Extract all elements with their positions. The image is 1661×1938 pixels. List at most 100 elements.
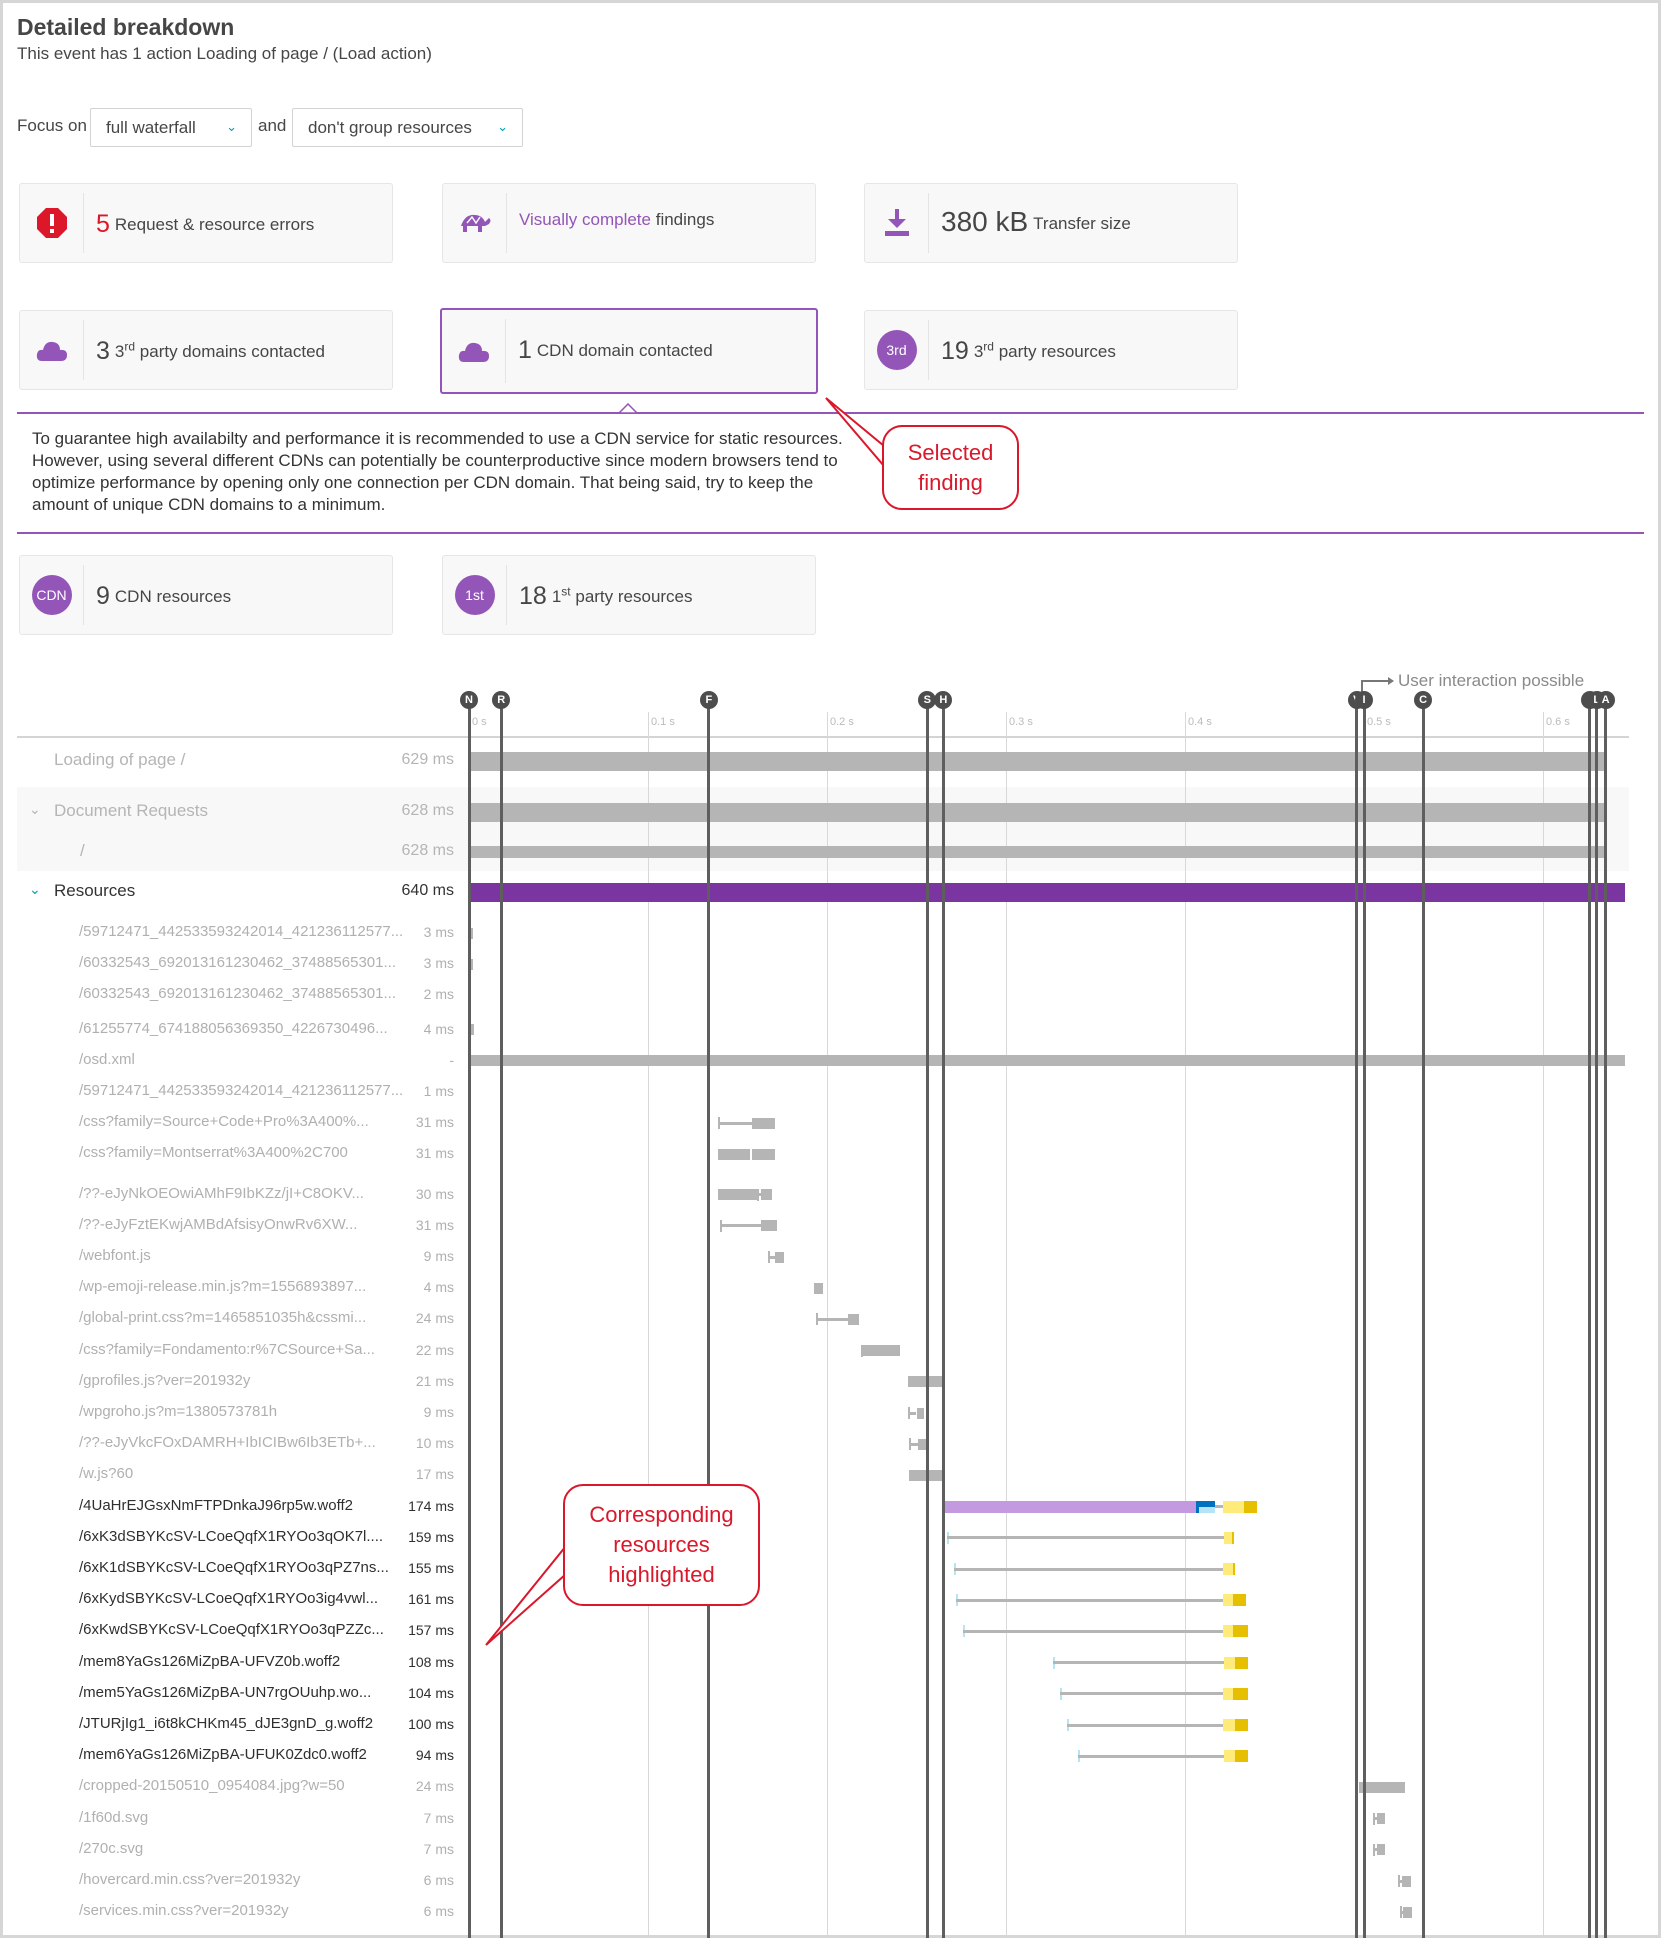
resource-name[interactable]: /osd.xml: [79, 1051, 135, 1068]
timing-segment-line[interactable]: [816, 1317, 849, 1321]
timing-segment-bar[interactable]: [751, 1117, 776, 1129]
resource-name[interactable]: /wp-emoji-release.min.js?m=1556893897...: [79, 1278, 366, 1295]
resource-name[interactable]: /??-eJyFztEKwjAMBdAfsisyOnwRv6XW...: [79, 1216, 357, 1233]
resource-name[interactable]: /webfont.js: [79, 1247, 151, 1264]
timing-segment-yellow[interactable]: [1222, 1563, 1234, 1575]
timing-segment-line[interactable]: [1059, 1692, 1223, 1696]
resource-name[interactable]: /6xK3dSBYKcSV-LCoeQqfX1RYOo3qOK7l....: [79, 1528, 383, 1545]
group-select[interactable]: don't group resources ⌄: [292, 108, 523, 147]
marker-N[interactable]: N: [460, 691, 478, 709]
resource-name[interactable]: /mem5YaGs126MiZpBA-UN7rgOUuhp.wo...: [79, 1684, 371, 1701]
card-request-errors[interactable]: 5 Request & resource errors: [19, 183, 393, 263]
timing-segment-line[interactable]: [1052, 1661, 1225, 1665]
timing-segment-line[interactable]: [1215, 1505, 1223, 1509]
card-third-party-domains[interactable]: 3 3rd party domains contacted: [19, 310, 393, 390]
timing-segment-bar[interactable]: [1401, 1875, 1411, 1887]
resource-name[interactable]: /hovercard.min.css?ver=201932y: [79, 1871, 300, 1888]
timing-segment-yellow[interactable]: [1224, 1750, 1236, 1763]
timing-segment-yellow[interactable]: [1224, 1531, 1232, 1544]
timing-segment-gold[interactable]: [1235, 1750, 1248, 1763]
card-first-party-resources[interactable]: 1st 18 1st party resources: [442, 555, 816, 635]
summary-bar[interactable]: [469, 802, 1606, 822]
timing-segment-bar[interactable]: [751, 1148, 776, 1160]
summary-bar[interactable]: [469, 751, 1606, 771]
timing-segment-yellow[interactable]: [1222, 1594, 1234, 1607]
summary-row-name[interactable]: /: [80, 841, 85, 861]
resource-name[interactable]: /59712471_442533593242014_421236112577..…: [79, 923, 403, 940]
resource-name[interactable]: /6xKwdSBYKcSV-LCoeQqfX1RYOo3qPZZc...: [79, 1621, 384, 1638]
card-cdn-domain-selected[interactable]: 1 CDN domain contacted: [440, 308, 818, 394]
resource-name[interactable]: /270c.svg: [79, 1840, 143, 1857]
timing-segment-line[interactable]: [946, 1536, 1225, 1540]
resource-name[interactable]: /61255774_674188056369350_4226730496...: [79, 1020, 388, 1037]
timing-segment-bar[interactable]: [1358, 1781, 1406, 1793]
timing-segment-bar[interactable]: [916, 1407, 924, 1419]
resource-name[interactable]: /global-print.css?m=1465851035h&cssmi...: [79, 1309, 366, 1326]
summary-row-name[interactable]: Resources: [54, 881, 135, 901]
resource-name[interactable]: /services.min.css?ver=201932y: [79, 1902, 289, 1919]
timing-segment-gold[interactable]: [1233, 1687, 1248, 1700]
timing-segment-purple[interactable]: [941, 1500, 1196, 1513]
focus-select[interactable]: full waterfall ⌄: [90, 108, 252, 147]
resource-name[interactable]: /w.js?60: [79, 1465, 133, 1482]
timing-segment-gold[interactable]: [1235, 1656, 1248, 1669]
expand-chevron-icon[interactable]: ⌄: [29, 881, 41, 898]
resource-name[interactable]: /??-eJyNkOEOwiAMhF9IbKZz/jI+C8OKV...: [79, 1185, 364, 1202]
timing-segment-bar[interactable]: [814, 1282, 824, 1294]
timing-segment-line[interactable]: [1077, 1754, 1225, 1758]
marker-R[interactable]: R: [492, 691, 511, 709]
card-visually-complete[interactable]: Visually complete findings: [442, 183, 816, 263]
resource-name[interactable]: /59712471_442533593242014_421236112577..…: [79, 1082, 403, 1099]
timing-segment-gold[interactable]: [1244, 1500, 1257, 1513]
marker-I[interactable]: I: [1355, 691, 1373, 709]
marker-H[interactable]: H: [934, 691, 953, 709]
timing-segment-gold[interactable]: [1233, 1563, 1236, 1575]
timing-segment-line[interactable]: [954, 1567, 1223, 1571]
card-transfer-size[interactable]: 380 kB Transfer size: [864, 183, 1238, 263]
timing-segment-line[interactable]: [717, 1121, 752, 1125]
timing-segment-yellow[interactable]: [1222, 1500, 1245, 1513]
timing-segment-line[interactable]: [719, 1224, 761, 1228]
timing-segment-bar[interactable]: [760, 1189, 772, 1201]
timing-segment-bar[interactable]: [760, 1220, 777, 1232]
timing-segment-bar[interactable]: [862, 1345, 901, 1357]
resource-name[interactable]: /css?family=Fondamento:r%7CSource+Sa...: [79, 1341, 375, 1358]
resource-name[interactable]: /mem6YaGs126MiZpBA-UFUK0Zdc0.woff2: [79, 1746, 367, 1763]
resource-name[interactable]: /60332543_692013161230462_37488565301...: [79, 954, 396, 971]
resource-name[interactable]: /gprofiles.js?ver=201932y: [79, 1372, 250, 1389]
timing-segment-gold[interactable]: [1235, 1719, 1248, 1731]
timing-segment-line[interactable]: [963, 1629, 1223, 1633]
summary-row-name[interactable]: Document Requests: [54, 801, 208, 821]
resource-name[interactable]: /JTURjIg1_i6t8kCHKm45_dJE3gnD_g.woff2: [79, 1715, 373, 1732]
timing-segment-gold[interactable]: [1233, 1625, 1248, 1638]
resource-name[interactable]: /css?family=Source+Code+Pro%3A400%...: [79, 1113, 369, 1130]
timing-segment-bar[interactable]: [1403, 1906, 1413, 1918]
resource-name[interactable]: /??-eJyVkcFOxDAMRH+IbICIBw6Ib3ETb+...: [79, 1434, 376, 1451]
marker-A[interactable]: A: [1596, 691, 1615, 709]
resource-name[interactable]: /css?family=Montserrat%3A400%2C700: [79, 1144, 348, 1161]
timing-segment-yellow[interactable]: [1222, 1719, 1236, 1731]
timing-segment-yellow[interactable]: [1222, 1687, 1234, 1700]
timing-segment-lightblue[interactable]: [1199, 1506, 1216, 1513]
timing-segment-bar[interactable]: [469, 1055, 1626, 1067]
resource-name[interactable]: /mem8YaGs126MiZpBA-UFVZ0b.woff2: [79, 1653, 340, 1670]
resource-name[interactable]: /1f60d.svg: [79, 1809, 148, 1826]
timing-segment-line[interactable]: [955, 1598, 1223, 1602]
summary-row-name[interactable]: Loading of page /: [54, 750, 185, 770]
summary-bar[interactable]: [469, 846, 1606, 858]
resource-name[interactable]: /6xKydSBYKcSV-LCoeQqfX1RYOo3ig4vwl...: [79, 1590, 378, 1607]
marker-C[interactable]: C: [1414, 691, 1433, 709]
timing-segment-bar[interactable]: [1376, 1844, 1386, 1856]
resource-name[interactable]: /cropped-20150510_0954084.jpg?w=50: [79, 1777, 345, 1794]
timing-segment-yellow[interactable]: [1224, 1656, 1236, 1669]
timing-segment-gold[interactable]: [1231, 1531, 1235, 1544]
timing-segment-bar[interactable]: [848, 1313, 860, 1325]
resource-name[interactable]: /4UaHrEJGsxNmFTPDnkaJ96rp5w.woff2: [79, 1497, 353, 1514]
timing-segment-bar[interactable]: [1376, 1813, 1386, 1825]
summary-bar[interactable]: [469, 882, 1626, 902]
timing-segment-yellow[interactable]: [1222, 1625, 1234, 1638]
card-cdn-resources[interactable]: CDN 9 CDN resources: [19, 555, 393, 635]
timing-segment-bar[interactable]: [717, 1189, 758, 1201]
card-third-party-resources[interactable]: 3rd 19 3rd party resources: [864, 310, 1238, 390]
resource-name[interactable]: /60332543_692013161230462_37488565301...: [79, 985, 396, 1002]
